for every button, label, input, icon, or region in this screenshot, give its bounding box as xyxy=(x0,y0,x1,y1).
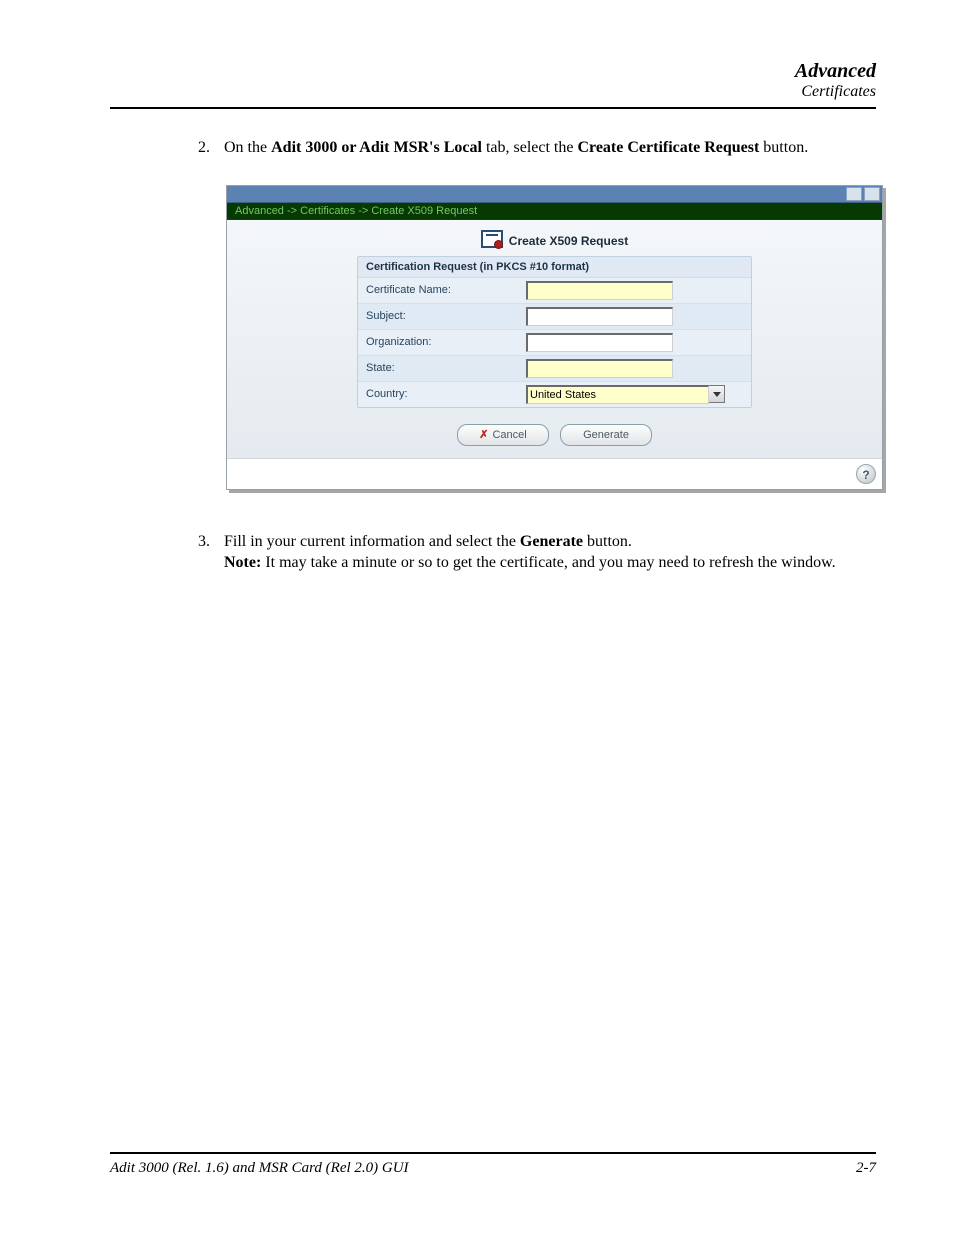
help-button[interactable]: ? xyxy=(856,464,876,484)
input-certificate-name[interactable] xyxy=(526,281,673,300)
select-country[interactable] xyxy=(526,385,709,404)
label-country: Country: xyxy=(366,388,526,400)
certificate-icon xyxy=(481,230,503,248)
step-3-number: 3. xyxy=(198,532,210,553)
chevron-down-icon[interactable] xyxy=(709,385,725,403)
header-rule xyxy=(110,107,876,109)
step-2-number: 2. xyxy=(198,138,210,159)
screenshot-content: Create X509 Request Certification Reques… xyxy=(227,220,882,459)
window-control-icons xyxy=(846,187,880,201)
help-icon: ? xyxy=(862,468,869,482)
step-3-line1-post: button. xyxy=(583,533,632,550)
row-organization: Organization: xyxy=(358,330,751,356)
step-3-note-text: It may take a minute or so to get the ce… xyxy=(261,554,835,571)
footer-row: Adit 3000 (Rel. 1.6) and MSR Card (Rel 2… xyxy=(110,1160,876,1177)
header-section-subtitle: Certificates xyxy=(110,82,876,101)
step-2-bold-2: Create Certificate Request xyxy=(577,139,759,156)
header-section-title: Advanced xyxy=(110,60,876,82)
step-3: 3. Fill in your current information and … xyxy=(198,532,876,574)
footer-bar: ? xyxy=(227,458,882,489)
label-certificate-name: Certificate Name: xyxy=(366,284,526,296)
step-3-line1-bold: Generate xyxy=(520,533,583,550)
row-country: Country: xyxy=(358,382,751,407)
row-certificate-name: Certificate Name: xyxy=(358,278,751,304)
button-bar: ✗ Cancel Generate xyxy=(227,408,882,451)
generate-button[interactable]: Generate xyxy=(560,424,652,446)
step-2-text-post: button. xyxy=(759,139,808,156)
step-3-note-label: Note: xyxy=(224,554,261,571)
label-state: State: xyxy=(366,362,526,374)
form-heading: Create X509 Request xyxy=(227,220,882,256)
form-heading-text: Create X509 Request xyxy=(509,234,628,248)
step-2-bold-1: Adit 3000 or Adit MSR's Local xyxy=(271,139,482,156)
page-footer: Adit 3000 (Rel. 1.6) and MSR Card (Rel 2… xyxy=(110,1152,876,1177)
step-2-text-mid: tab, select the xyxy=(482,139,578,156)
row-subject: Subject: xyxy=(358,304,751,330)
window-icon-2[interactable] xyxy=(864,187,880,201)
form-caption: Certification Request (in PKCS #10 forma… xyxy=(358,257,751,278)
window-icon-1[interactable] xyxy=(846,187,862,201)
label-subject: Subject: xyxy=(366,310,526,322)
step-3-line1-pre: Fill in your current information and sel… xyxy=(224,533,520,550)
page-body: 2. On the Adit 3000 or Adit MSR's Local … xyxy=(198,138,876,588)
row-state: State: xyxy=(358,356,751,382)
input-state[interactable] xyxy=(526,359,673,378)
screenshot-create-x509-request: Advanced -> Certificates -> Create X509 … xyxy=(226,185,883,491)
breadcrumb: Advanced -> Certificates -> Create X509 … xyxy=(227,203,882,220)
footer-page-number: 2-7 xyxy=(856,1160,876,1177)
cancel-button[interactable]: ✗ Cancel xyxy=(457,424,549,446)
generate-button-label: Generate xyxy=(583,429,629,441)
document-page: Advanced Certificates 2. On the Adit 300… xyxy=(0,0,954,1235)
window-titlebar xyxy=(227,186,882,203)
label-organization: Organization: xyxy=(366,336,526,348)
cancel-button-label: Cancel xyxy=(492,429,526,441)
footer-doc-title: Adit 3000 (Rel. 1.6) and MSR Card (Rel 2… xyxy=(110,1160,409,1177)
footer-rule xyxy=(110,1152,876,1154)
input-subject[interactable] xyxy=(526,307,673,326)
form-panel: Certification Request (in PKCS #10 forma… xyxy=(357,256,752,408)
close-icon: ✗ xyxy=(479,428,488,441)
step-2: 2. On the Adit 3000 or Adit MSR's Local … xyxy=(198,138,876,159)
step-2-text-pre: On the xyxy=(224,139,271,156)
page-header: Advanced Certificates xyxy=(110,60,876,117)
input-organization[interactable] xyxy=(526,333,673,352)
